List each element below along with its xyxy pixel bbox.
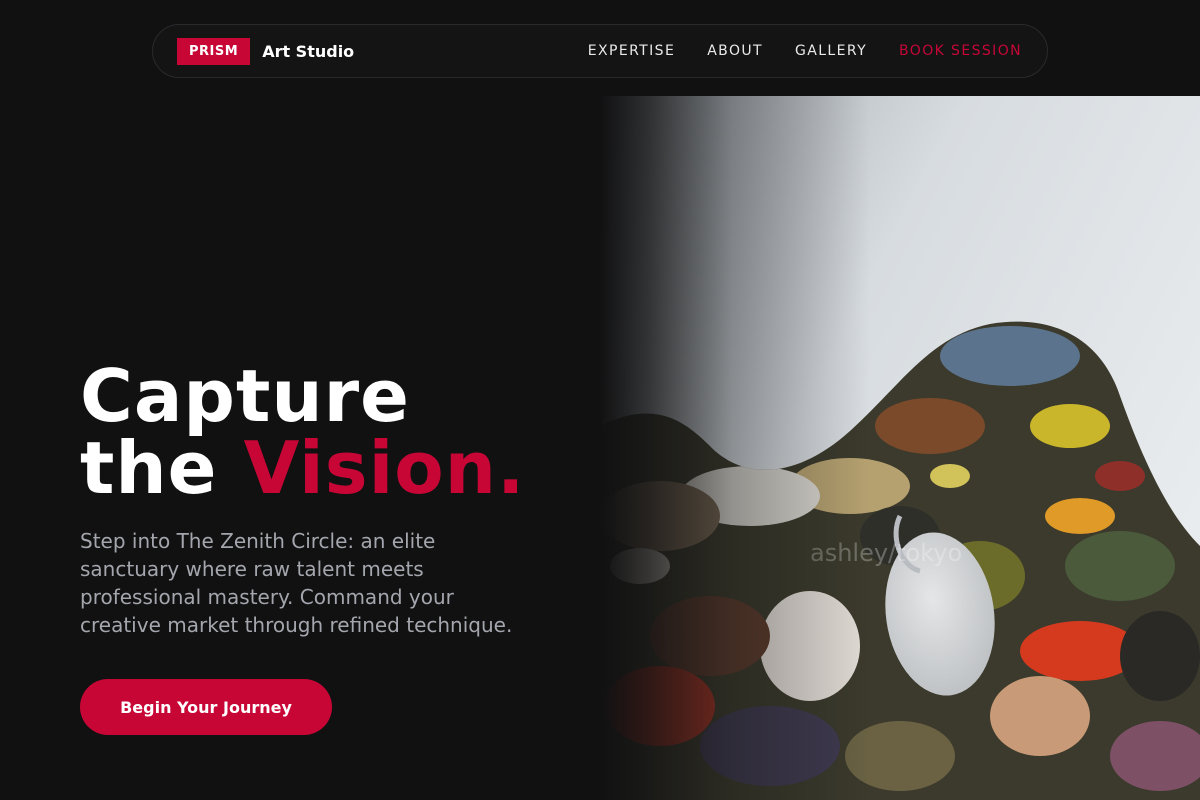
nav-link-expertise[interactable]: EXPERTISE <box>588 43 675 59</box>
image-watermark: ashley/tokyo <box>810 539 962 567</box>
brand-badge: PRISM <box>177 37 251 65</box>
headline-accent-word: Vision. <box>243 426 526 510</box>
palette-illustration: ashley/tokyo <box>600 96 1200 800</box>
nav-links: EXPERTISE ABOUT GALLERY BOOK SESSION <box>556 43 1022 59</box>
nav-link-about[interactable]: ABOUT <box>707 43 763 59</box>
hero-palette-image: ashley/tokyo <box>600 96 1200 800</box>
brand-logo[interactable]: PRISM Art Studio <box>177 37 355 65</box>
hero-headline: Capture the Vision. <box>80 360 525 504</box>
nav-link-gallery[interactable]: GALLERY <box>795 43 867 59</box>
nav-link-book-session[interactable]: BOOK SESSION <box>899 43 1022 59</box>
brand-name: Art Studio <box>262 41 355 61</box>
headline-line-2-prefix: the <box>80 426 244 510</box>
top-navbar: PRISM Art Studio EXPERTISE ABOUT GALLERY… <box>152 24 1048 78</box>
begin-journey-button[interactable]: Begin Your Journey <box>80 679 332 735</box>
hero-subtext: Step into The Zenith Circle: an elite sa… <box>80 529 513 637</box>
